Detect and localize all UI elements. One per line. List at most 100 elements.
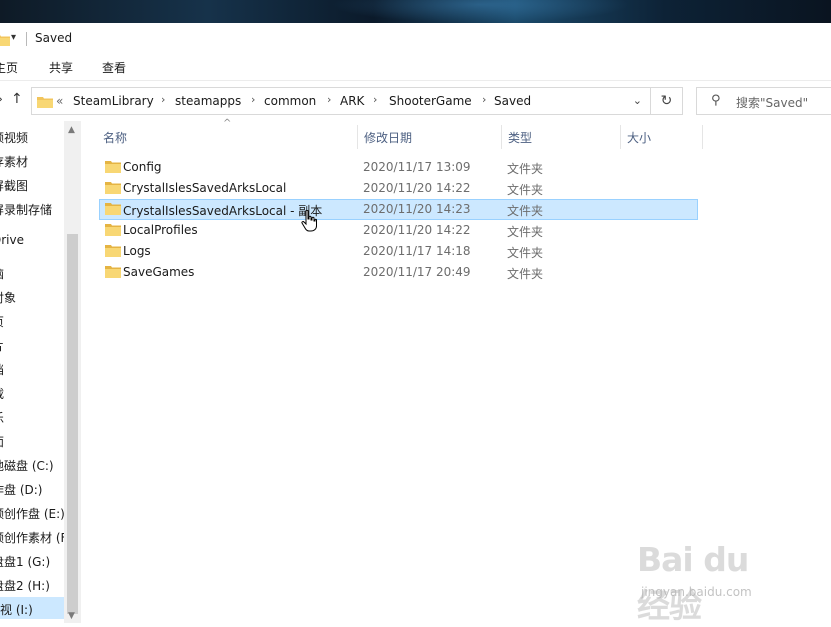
folder-icon — [105, 244, 121, 260]
tab-home[interactable]: 主页 — [0, 59, 18, 76]
nav-item[interactable]: 面 — [0, 433, 4, 450]
title-bar: ▾ Saved — [0, 23, 831, 55]
breadcrumb-item[interactable]: ShooterGame — [389, 94, 472, 108]
title-separator — [26, 32, 27, 46]
chevron-right-icon[interactable]: › — [373, 93, 377, 106]
nav-item-selected[interactable]: 视 (I:) — [0, 597, 64, 619]
column-header-name[interactable]: 名称 — [103, 121, 357, 153]
nav-item[interactable]: 盘盘1 (G:) — [0, 553, 50, 570]
file-name: Config — [123, 160, 162, 174]
file-type: 文件夹 — [507, 204, 544, 218]
file-type: 文件夹 — [507, 183, 544, 197]
file-row[interactable]: CrystalIslesSavedArksLocal 2020/11/20 14… — [99, 178, 698, 199]
nav-item[interactable]: 作盘 (D:) — [0, 481, 42, 498]
ribbon-tabs: 主页 共享 查看 — [0, 55, 831, 81]
file-row[interactable]: LocalProfiles 2020/11/20 14:22 文件夹 — [99, 220, 698, 241]
scrollbar-thumb[interactable] — [67, 234, 78, 614]
scroll-up-icon[interactable]: ▲ — [68, 125, 75, 135]
folder-icon — [105, 202, 121, 218]
address-bar[interactable]: « SteamLibrary › steamapps › common › AR… — [31, 87, 651, 115]
folder-icon — [105, 265, 121, 281]
nav-scrollbar[interactable]: ▲ ▼ — [64, 121, 81, 623]
file-date: 2020/11/20 14:23 — [363, 202, 471, 216]
breadcrumb-item[interactable]: ARK — [340, 94, 364, 108]
folder-icon — [105, 223, 121, 239]
column-header-size[interactable]: 大小 — [627, 121, 702, 153]
file-date: 2020/11/17 14:18 — [363, 244, 471, 258]
column-divider[interactable] — [357, 125, 358, 149]
nav-item[interactable]: 载 — [0, 385, 4, 402]
chevron-right-icon[interactable]: › — [327, 93, 331, 106]
chevron-down-icon[interactable]: ⌄ — [633, 94, 642, 107]
column-header-type[interactable]: 类型 — [508, 121, 620, 153]
nav-item[interactable]: 屏截图 — [0, 177, 28, 194]
search-icon: ⚲ — [711, 93, 721, 108]
breadcrumb-item-current[interactable]: Saved — [494, 94, 531, 108]
search-placeholder: 搜索"Saved" — [736, 96, 809, 110]
nav-item[interactable]: 盘盘2 (H:) — [0, 577, 50, 594]
column-divider[interactable] — [501, 125, 502, 149]
file-type: 文件夹 — [507, 267, 544, 281]
file-row[interactable]: SaveGames 2020/11/17 20:49 文件夹 — [99, 262, 698, 283]
nav-item[interactable]: 对象 — [0, 289, 16, 306]
file-name: CrystalIslesSavedArksLocal - 副本 — [123, 204, 323, 218]
file-date: 2020/11/20 14:22 — [363, 181, 471, 195]
chevron-right-icon[interactable]: › — [251, 93, 255, 106]
column-divider[interactable] — [702, 125, 703, 149]
file-date: 2020/11/20 14:22 — [363, 223, 471, 237]
nav-item[interactable]: 档 — [0, 361, 4, 378]
scroll-down-icon[interactable]: ▼ — [68, 611, 75, 621]
nav-item[interactable]: Drive — [0, 233, 24, 247]
chevron-right-icon[interactable]: › — [161, 93, 165, 106]
column-header-label: 类型 — [508, 131, 533, 145]
file-name: LocalProfiles — [123, 223, 198, 237]
refresh-icon: ↻ — [660, 93, 673, 109]
column-divider[interactable] — [620, 125, 621, 149]
address-row: › ↑ « SteamLibrary › steamapps › common … — [0, 81, 831, 121]
tab-share[interactable]: 共享 — [49, 59, 73, 76]
nav-item[interactable]: 频创作素材 (F — [0, 529, 67, 546]
file-date: 2020/11/17 20:49 — [363, 265, 471, 279]
file-row[interactable]: Logs 2020/11/17 14:18 文件夹 — [99, 241, 698, 262]
desktop-wallpaper-strip — [0, 0, 831, 23]
baidu-jingyan-watermark: Bai du 经验 jingyan.baidu.com — [637, 532, 787, 625]
nav-item[interactable]: 乐 — [0, 409, 4, 426]
file-name: SaveGames — [123, 265, 195, 279]
nav-item[interactable]: 屏录制存储 — [0, 201, 52, 218]
refresh-button[interactable]: ↻ — [651, 87, 683, 115]
folder-icon — [0, 33, 10, 49]
file-date: 2020/11/17 13:09 — [363, 160, 471, 174]
file-type: 文件夹 — [507, 162, 544, 176]
file-name: Logs — [123, 244, 151, 258]
file-row[interactable]: Config 2020/11/17 13:09 文件夹 — [99, 157, 698, 178]
column-header-date[interactable]: 修改日期 — [364, 121, 501, 153]
breadcrumb-overflow-icon[interactable]: « — [56, 94, 63, 108]
column-header-label: 修改日期 — [364, 131, 413, 145]
up-arrow-icon[interactable]: ↑ — [11, 91, 23, 107]
column-header-label: 大小 — [627, 131, 652, 145]
nav-item[interactable]: 存素材 — [0, 153, 28, 170]
nav-item[interactable]: 脑 — [0, 265, 4, 282]
nav-item[interactable]: 频视频 — [0, 129, 28, 146]
file-name: CrystalIslesSavedArksLocal — [123, 181, 287, 195]
nav-item[interactable]: 页 — [0, 313, 4, 330]
window-title: Saved — [35, 31, 73, 45]
folder-icon — [105, 160, 121, 176]
file-row-selected[interactable]: CrystalIslesSavedArksLocal - 副本 2020/11/… — [99, 199, 698, 220]
nav-item[interactable]: 频创作盘 (E:) — [0, 505, 65, 522]
column-header-label: 名称 — [103, 131, 128, 145]
breadcrumb-item[interactable]: steamapps — [175, 94, 241, 108]
watermark-url: jingyan.baidu.com — [641, 585, 752, 599]
search-input[interactable]: ⚲ 搜索"Saved" — [696, 87, 831, 115]
file-type: 文件夹 — [507, 225, 544, 239]
back-arrow-icon[interactable]: › — [0, 92, 3, 106]
quick-access-dropdown-icon[interactable]: ▾ — [11, 32, 16, 43]
nav-item[interactable]: 片 — [0, 337, 4, 354]
breadcrumb-item[interactable]: common — [264, 94, 316, 108]
tab-view[interactable]: 查看 — [102, 59, 126, 76]
chevron-right-icon[interactable]: › — [482, 93, 486, 106]
watermark-brand: Bai du 经验 — [637, 540, 749, 625]
breadcrumb-item[interactable]: SteamLibrary — [73, 94, 154, 108]
file-type: 文件夹 — [507, 246, 544, 260]
nav-item[interactable]: 地磁盘 (C:) — [0, 457, 54, 474]
